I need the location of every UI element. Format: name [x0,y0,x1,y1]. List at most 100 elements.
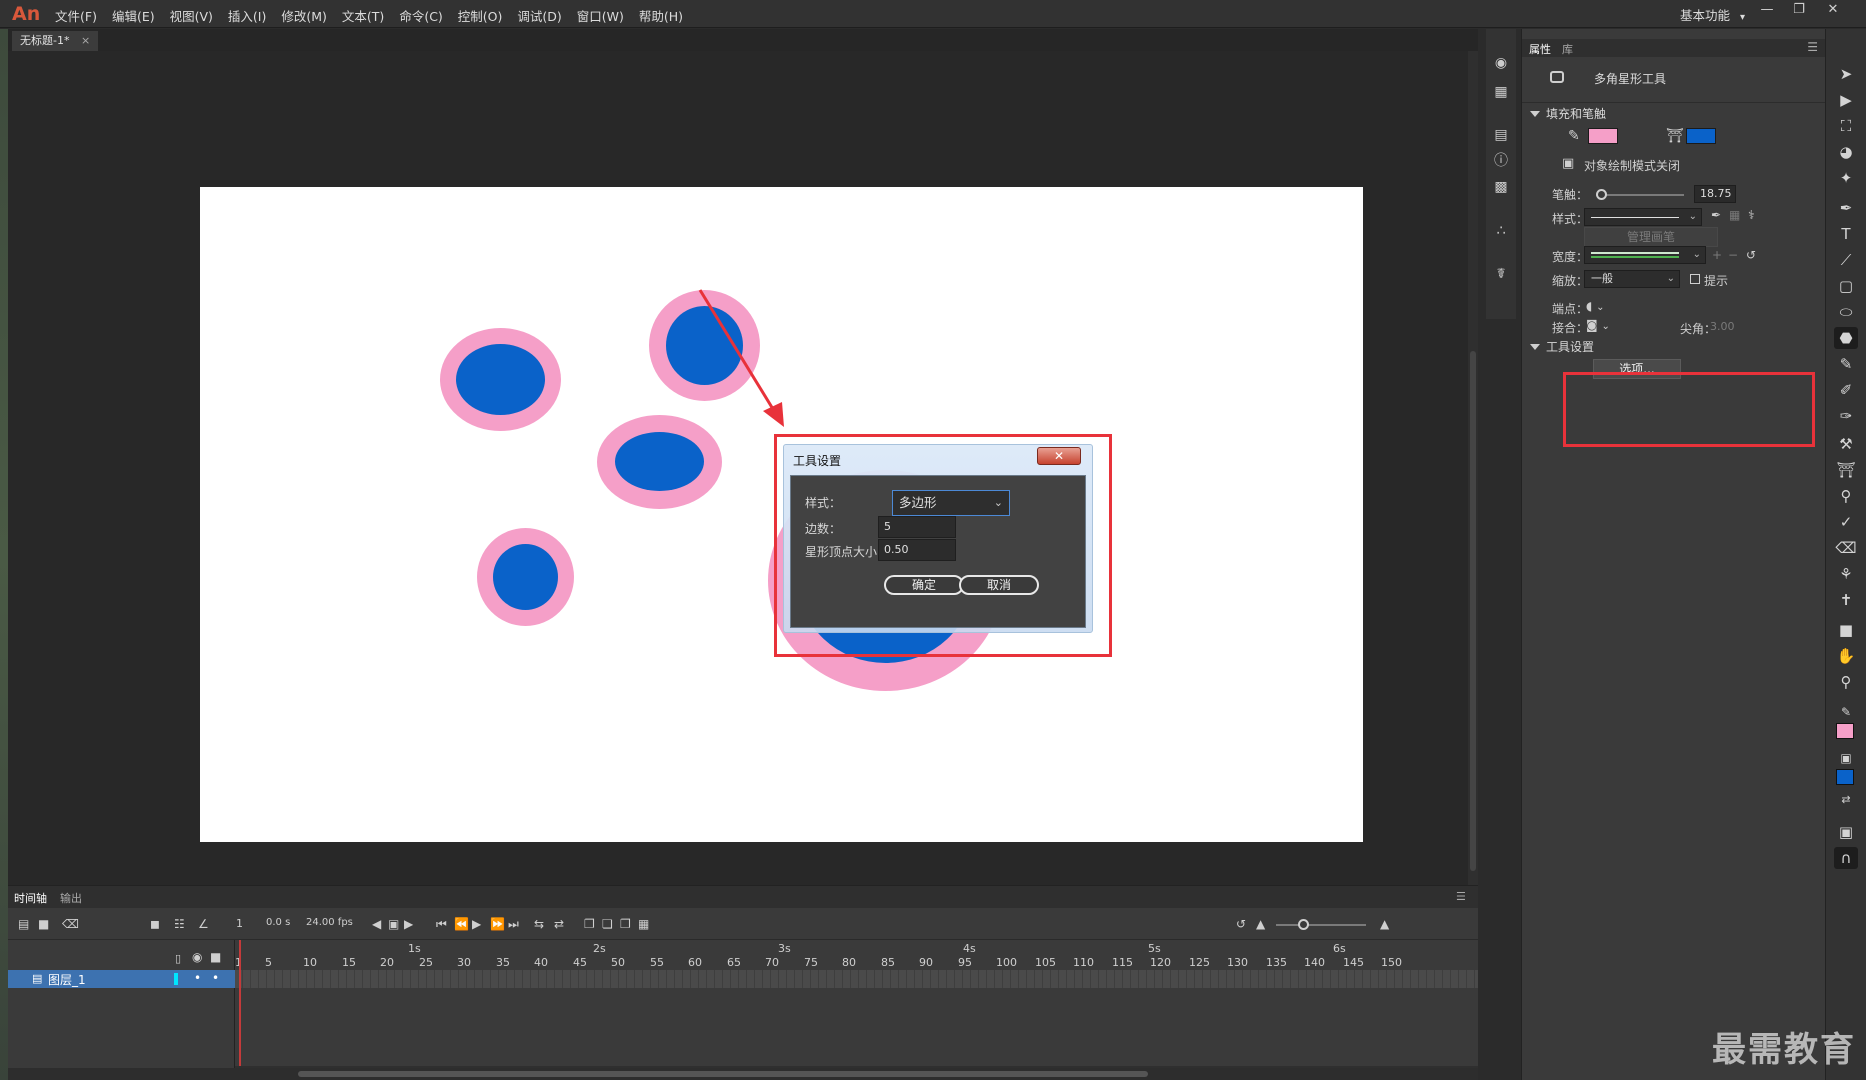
menu-edit[interactable]: 编辑(E) [112,6,155,25]
last-frame-icon[interactable]: ⏭ [508,917,519,932]
minimize-button[interactable]: — [1754,2,1780,20]
lasso-tool[interactable]: ✦ [1834,167,1858,189]
info-icon[interactable]: ⓘ [1493,153,1509,169]
zoom-in-icon[interactable]: ▲ [1380,917,1389,931]
bone-tool[interactable]: ⚒ [1834,433,1858,455]
scrollbar-thumb[interactable] [298,1071,1148,1077]
graph-icon[interactable]: ∠ [198,917,209,931]
close-window-button[interactable]: ✕ [1820,2,1846,20]
hand-tool[interactable]: ✋ [1834,645,1858,667]
document-tab[interactable]: 无标题-1* × [12,31,99,51]
eraser-tool[interactable]: ⌫ [1834,537,1858,559]
dialog-titlebar[interactable]: 工具设置 ✕ [784,445,1092,473]
cap-style-dropdown[interactable]: ◖ ⌄ [1586,299,1605,313]
panel-menu-icon[interactable]: ☰ [1456,890,1466,903]
tab-output[interactable]: 输出 [60,890,82,906]
width-profile-dropdown[interactable]: ⌄ [1584,246,1706,264]
object-drawing-toggle[interactable]: ▣ [1834,821,1858,843]
layer-parenting-icon[interactable]: ☷ [174,917,185,931]
tab-properties[interactable]: 属性 [1529,41,1551,57]
loop-icon[interactable]: ⇆ [534,917,544,931]
motion-presets-icon[interactable]: ∴ [1493,223,1509,239]
fill-stroke-section-header[interactable]: 填充和笔触 [1530,105,1606,122]
fill-color-tool[interactable]: ▣ [1834,747,1858,769]
menu-commands[interactable]: 命令(C) [399,6,442,25]
style-select[interactable]: 多边形 ⌄ [892,490,1010,516]
brush-tool[interactable]: ✑ [1834,405,1858,427]
pencil-tool[interactable]: ✎ [1834,353,1858,375]
first-frame-icon[interactable]: ⏮ [436,917,447,932]
eye-icon[interactable]: ◉ [192,950,202,964]
frame-rate[interactable]: 24.00 fps [306,917,353,928]
layer-name[interactable]: 图层_1 [48,971,86,988]
line-tool[interactable]: ⟋ [1834,249,1858,271]
scrollbar-thumb[interactable] [1470,351,1476,871]
zoom-out-icon[interactable]: ▲ [1256,917,1265,931]
snap-to-objects-toggle[interactable]: ∩ [1834,847,1858,869]
stroke-width-input[interactable]: 18.75 [1694,185,1736,203]
ellipse-shape[interactable] [477,528,574,626]
play-icon[interactable]: ▶ [472,917,481,931]
sides-input[interactable]: 5 [878,516,956,538]
restore-button[interactable]: ❐ [1786,2,1812,20]
menu-modify[interactable]: 修改(M) [281,6,327,25]
miter-value[interactable]: 3.00 [1710,320,1735,333]
ellipse-shape[interactable] [649,290,760,401]
modify-markers-icon[interactable]: ▦ [638,917,649,931]
width-tool[interactable]: ⚘ [1834,563,1858,585]
next-keyframe-icon[interactable]: ▶ [404,917,413,931]
zoom-tool[interactable]: ⚲ [1834,671,1858,693]
tool-settings-section-header[interactable]: 工具设置 [1530,338,1594,355]
manage-brush-button[interactable]: 管理画笔 [1584,227,1718,247]
slider-handle[interactable] [1596,189,1607,200]
stroke-style-dropdown[interactable]: ⌄ [1584,208,1702,226]
menu-help[interactable]: 帮助(H) [639,6,683,25]
ellipse-shape[interactable] [440,328,561,431]
center-frame-icon[interactable]: ⇄ [554,917,564,931]
paint-bucket-tool[interactable]: ⛩ [1834,459,1858,481]
reset-zoom-icon[interactable]: ↺ [1236,917,1246,931]
tab-library[interactable]: 库 [1562,41,1573,57]
ellipse-shape[interactable] [597,415,722,509]
stage-horizontal-scrollbar[interactable] [8,1068,1478,1080]
stroke-color-swatch[interactable] [1588,128,1618,144]
onion-skin-icon[interactable]: ❐ [584,917,595,931]
lock-dot-icon[interactable]: • [212,971,219,985]
new-folder-icon[interactable]: ■ [38,917,49,931]
edit-multiple-frames-icon[interactable]: ❐ [620,917,631,931]
trash-icon[interactable]: ⌫ [62,917,79,931]
current-frame[interactable]: 1 [236,917,243,930]
menu-text[interactable]: 文本(T) [342,6,384,25]
pin-tool[interactable]: ✝ [1834,589,1858,611]
close-tab-icon[interactable]: × [81,34,90,47]
menu-insert[interactable]: 插入(I) [228,6,266,25]
onion-outline-icon[interactable]: ❏ [602,917,613,931]
menu-debug[interactable]: 调试(D) [517,6,561,25]
stroke-color-tool[interactable]: ✎ [1834,701,1858,723]
scale-dropdown[interactable]: 一般 ⌄ [1584,270,1680,288]
prev-keyframe-icon[interactable]: ◀ [372,917,381,931]
reset-width-icon[interactable]: ↺ [1746,248,1756,262]
free-transform-tool[interactable]: ⛶ [1834,115,1858,137]
edit-stroke-icon[interactable]: ✒ [1711,208,1721,222]
new-layer-icon[interactable]: ▤ [18,917,29,931]
join-style-dropdown[interactable]: ◙ ⌄ [1586,318,1610,332]
text-tool[interactable]: T [1834,223,1858,245]
swatches-panel-icon[interactable]: ▦ [1493,84,1509,100]
paint-brush-tool[interactable]: ✐ [1834,379,1858,401]
camera-icon[interactable]: ◼ [150,917,160,931]
swap-colors-button[interactable]: ⇄ [1834,789,1858,811]
add-width-icon[interactable]: + [1712,248,1722,262]
stroke-slider[interactable] [1596,189,1684,200]
polystar-tool[interactable]: ⬣ [1834,327,1858,349]
object-drawing-icon[interactable]: ▣ [1562,156,1574,171]
tab-timeline[interactable]: 时间轴 [14,890,47,906]
fill-color-swatch[interactable] [1686,128,1716,144]
stage-pasteboard[interactable] [8,51,1478,885]
slider-handle[interactable] [1298,919,1309,930]
menu-view[interactable]: 视图(V) [170,6,213,25]
cancel-button[interactable]: 取消 [959,575,1039,595]
keyframe-icon[interactable]: ▣ [388,917,399,931]
step-forward-icon[interactable]: ⏩ [490,917,505,931]
panel-menu-icon[interactable]: ☰ [1807,40,1818,54]
